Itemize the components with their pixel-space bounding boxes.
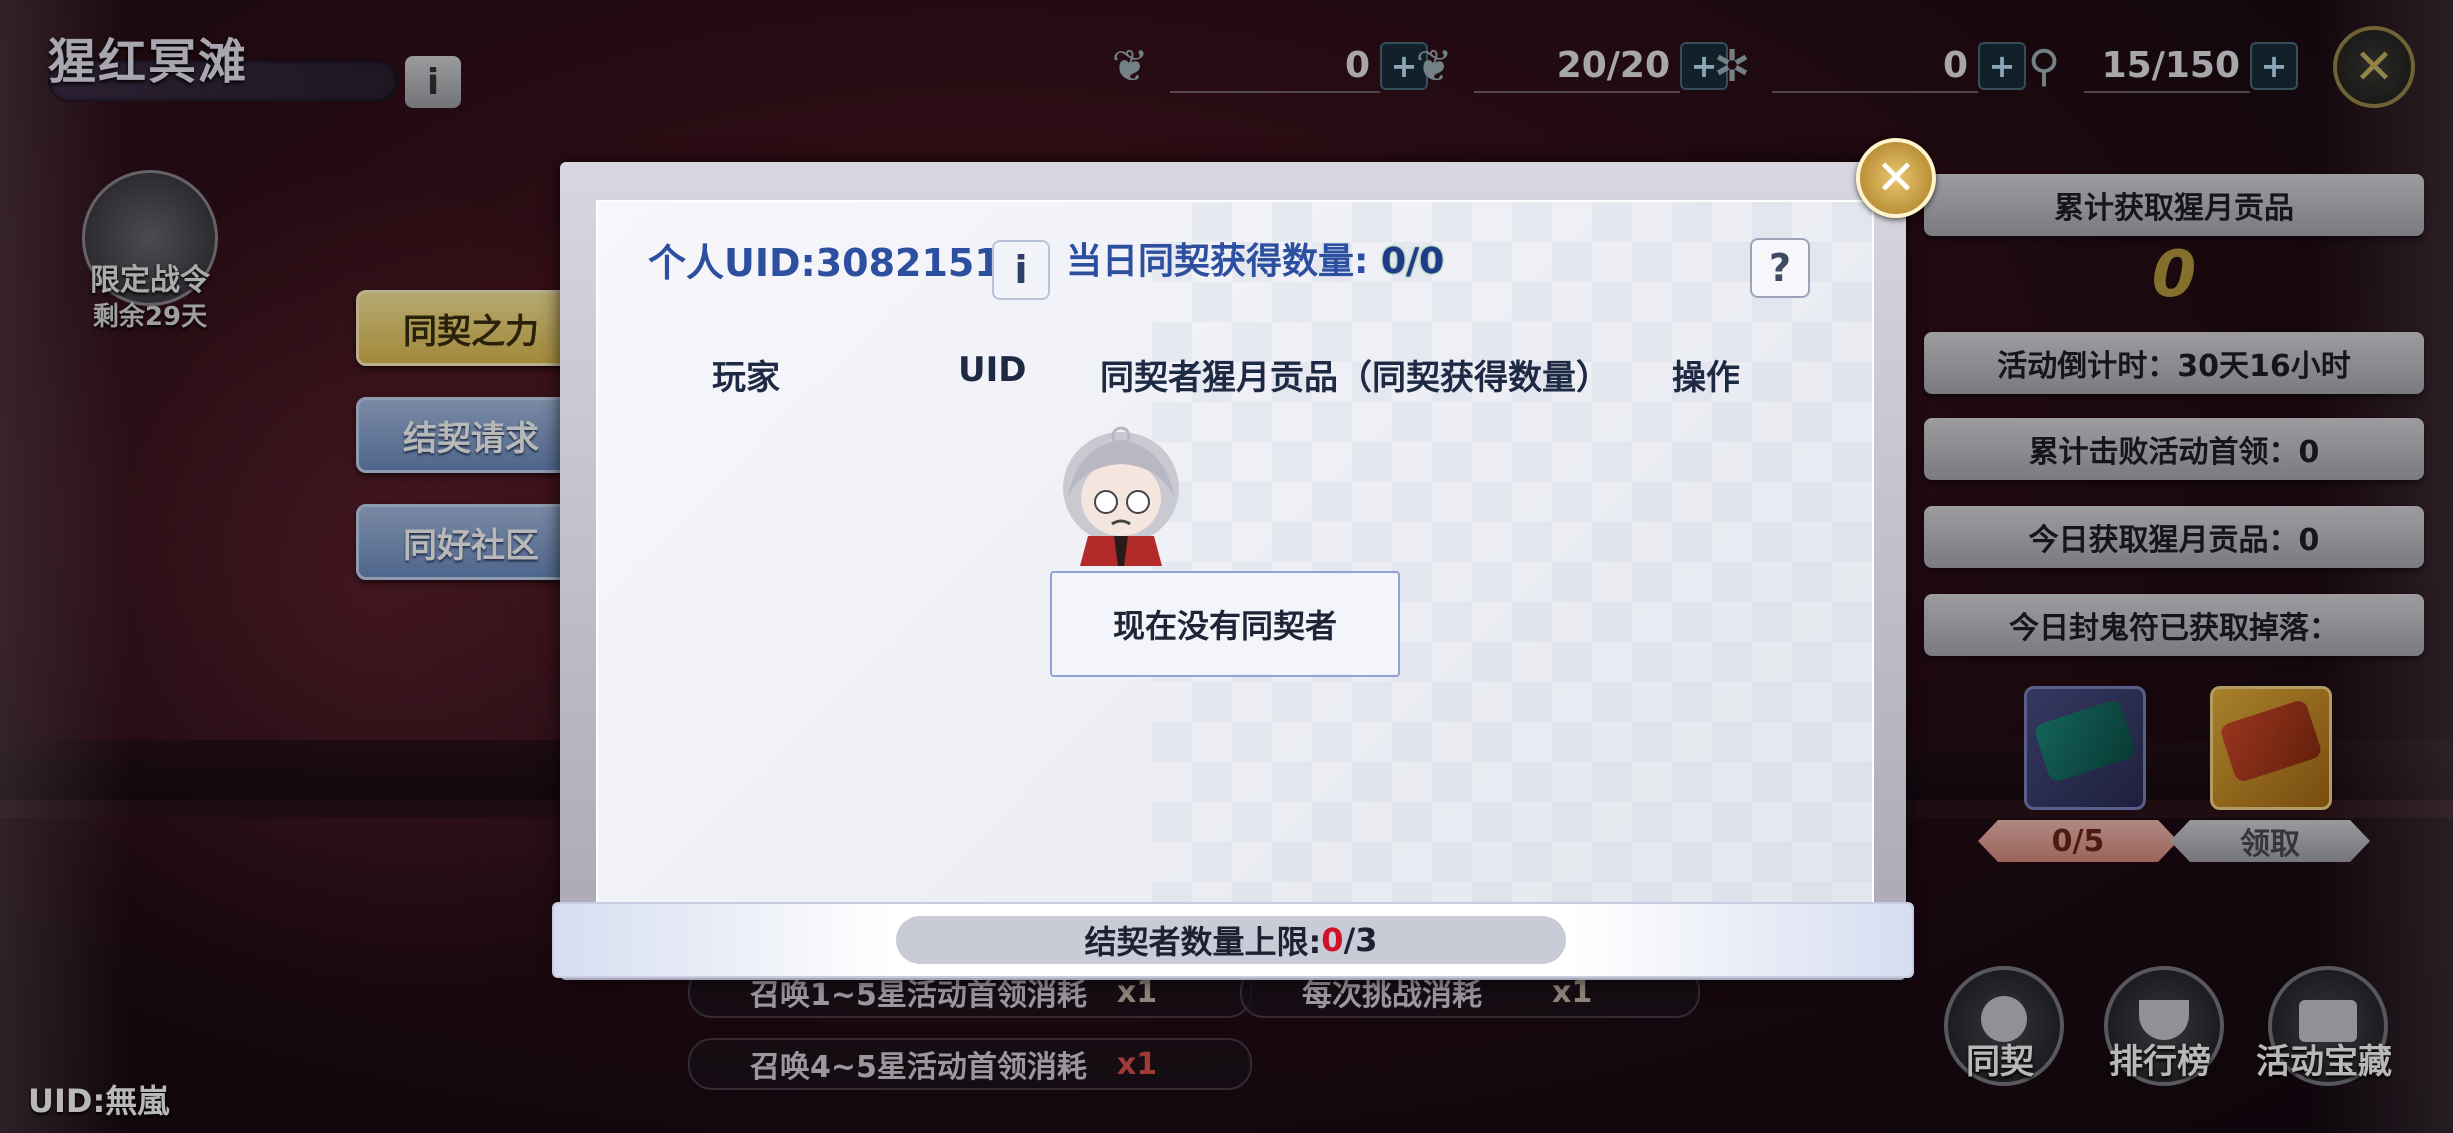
column-header-player: 玩家 <box>712 358 780 398</box>
daily-bond-value: 0/0 <box>1380 241 1445 282</box>
bond-dialog <box>596 200 1874 904</box>
column-header-action: 操作 <box>1672 358 1740 398</box>
daily-bond-label: 当日同契获得数量: <box>1066 241 1369 282</box>
personal-uid: 个人UID:3082151 <box>648 241 1001 285</box>
help-button[interactable]: ? <box>1750 238 1810 298</box>
bond-limit-label: 结契者数量上限: <box>1084 923 1322 961</box>
dialog-background-pattern <box>1152 202 1872 902</box>
chibi-character-avatar <box>1063 426 1179 566</box>
bond-limit-indicator: 结契者数量上限: 0 /3 <box>896 916 1566 964</box>
column-header-uid: UID <box>958 350 1027 390</box>
bond-limit-max: /3 <box>1343 921 1378 959</box>
bond-limit-current: 0 <box>1321 921 1344 959</box>
empty-state-message: 现在没有同契者 <box>1050 571 1400 677</box>
column-header-tribute: 同契者猩月贡品（同契获得数量） <box>1100 358 1610 398</box>
dialog-info-button[interactable]: i <box>992 240 1050 300</box>
daily-bond-count: 当日同契获得数量: 0/0 <box>1066 232 1444 284</box>
dialog-close-button[interactable]: ✕ <box>1856 138 1936 218</box>
